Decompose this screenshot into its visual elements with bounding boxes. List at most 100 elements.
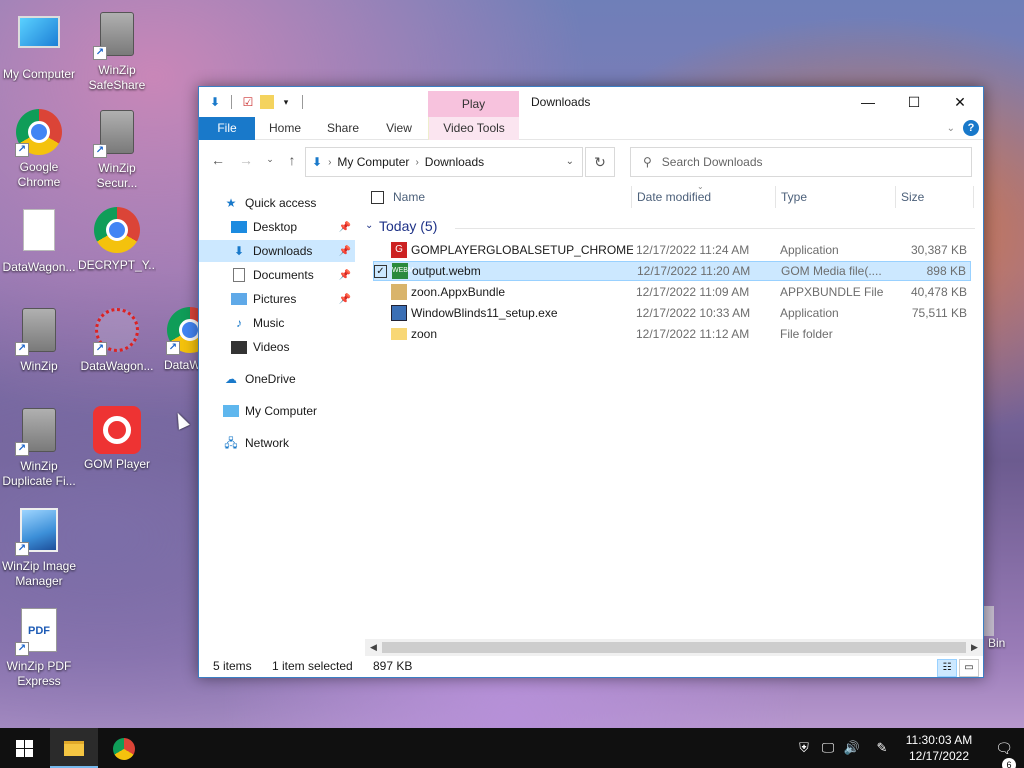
desktop-icon-google-chrome[interactable]: ↗ Google Chrome (0, 108, 78, 190)
table-row[interactable]: zoon.AppxBundle 12/17/2022 11:09 AM APPX… (373, 282, 971, 302)
status-selection: 1 item selected (272, 659, 353, 673)
table-row[interactable]: WindowBlinds11_setup.exe 12/17/2022 10:3… (373, 303, 971, 323)
nav-item-documents[interactable]: Documents 📌 (199, 264, 355, 286)
music-icon: ♪ (236, 316, 242, 330)
document-icon (15, 209, 63, 257)
desktop-icon-my-computer[interactable]: My Computer (0, 10, 78, 82)
nav-item-desktop[interactable]: Desktop 📌 (199, 216, 355, 238)
desktop-icon-label: DataWagon... (2, 260, 76, 274)
nav-item-onedrive[interactable]: ☁ OneDrive (199, 368, 355, 390)
breadcrumb-downloads[interactable]: Downloads (425, 155, 484, 169)
chevron-down-icon[interactable]: ⌄ (566, 156, 574, 167)
desktop-icon-datawagon-doc[interactable]: DataWagon... (0, 206, 78, 275)
file-size: 30,387 KB (910, 243, 967, 257)
file-type: APPXBUNDLE File (780, 285, 884, 299)
forward-button[interactable]: → (237, 152, 255, 168)
appx-icon (391, 284, 407, 300)
start-button[interactable] (0, 728, 48, 768)
new-folder-icon[interactable] (260, 95, 274, 109)
notification-badge: 6 (1002, 757, 1016, 768)
table-row[interactable]: G GOMPLAYERGLOBALSETUP_CHROME... 12/17/2… (373, 240, 971, 260)
group-header-today[interactable]: Today (5) (379, 218, 437, 234)
chevron-down-icon[interactable]: ⌄ (365, 220, 373, 231)
taskbar-chrome[interactable] (100, 728, 148, 768)
nav-item-quick-access[interactable]: ★ Quick access (199, 192, 355, 214)
cloud-icon: ☁ (225, 372, 237, 386)
back-button[interactable]: ← (209, 152, 227, 168)
desktop-icon-winzip-image[interactable]: ↗ WinZip Image Manager (0, 506, 78, 589)
maximize-button[interactable]: ☐ (891, 87, 937, 117)
breadcrumb-my-computer[interactable]: My Computer (337, 155, 409, 169)
clock[interactable]: 11:30:03 AM 12/17/2022 (900, 732, 978, 764)
table-row[interactable]: zoon 12/17/2022 11:12 AM File folder (373, 324, 971, 344)
chrome-icon (113, 737, 135, 760)
desktop-icon-decrypt[interactable]: DECRYPT_Y... (78, 206, 156, 273)
datawagon-icon: ↗ (93, 308, 141, 356)
tab-video-tools[interactable]: Video Tools (428, 117, 519, 140)
desktop-icon-datawagon[interactable]: ↗ DataWagon... (78, 306, 156, 374)
column-header-name[interactable]: Name (393, 182, 425, 212)
desktop-icon-winzip-safeshare[interactable]: ↗ WinZip SafeShare (78, 10, 156, 93)
search-box[interactable]: ⚲ (630, 147, 972, 177)
ribbon-expand-icon[interactable]: ⌄ (947, 123, 955, 134)
large-icons-view-icon[interactable]: ▭ (959, 659, 979, 677)
winzip-safeshare-icon: ↗ (93, 12, 141, 60)
pin-icon[interactable]: 📌 (339, 222, 351, 233)
nav-item-network[interactable]: 🖧 Network (199, 432, 355, 454)
title-bar[interactable]: ⬇ ☑ ▾ Play Downloads — ☐ ✕ (199, 87, 983, 117)
chevron-right-icon[interactable]: › (328, 157, 331, 168)
volume-icon[interactable]: 🔊 (840, 740, 864, 756)
nav-item-music[interactable]: ♪ Music (199, 312, 355, 334)
column-header-type[interactable]: Type (781, 182, 807, 212)
scroll-right-icon[interactable]: ▶ (966, 639, 983, 656)
horizontal-scrollbar[interactable]: ◀ ▶ (365, 639, 983, 656)
column-header-size[interactable]: Size (901, 182, 924, 212)
properties-icon[interactable]: ☑ (240, 94, 256, 110)
pin-icon[interactable]: 📌 (339, 270, 351, 281)
nav-item-my-computer[interactable]: My Computer (199, 400, 355, 422)
contextual-tab-play[interactable]: Play (428, 91, 519, 117)
window-title: Downloads (531, 95, 591, 109)
desktop-icon-dataw[interactable]: ↗ DataW (152, 306, 198, 373)
pin-icon[interactable]: 📌 (339, 294, 351, 305)
chevron-right-icon[interactable]: › (415, 157, 418, 168)
tab-share[interactable]: Share (319, 117, 367, 140)
qat-dropdown-icon[interactable]: ▾ (278, 94, 294, 110)
pin-icon[interactable]: 📌 (339, 246, 351, 257)
desktop-icon-gom-player[interactable]: GOM Player (78, 406, 156, 472)
star-icon: ★ (225, 196, 237, 210)
desktop-icon-winzip[interactable]: ↗ WinZip (0, 306, 78, 374)
row-checkbox[interactable]: ✓ (374, 264, 392, 279)
desktop-icon-winzip-secure[interactable]: ↗ WinZip Secur... (78, 108, 156, 191)
scroll-left-icon[interactable]: ◀ (365, 639, 382, 656)
nav-item-pictures[interactable]: Pictures 📌 (199, 288, 355, 310)
table-row[interactable]: ✓ WEBM output.webm 12/17/2022 11:20 AM G… (373, 261, 971, 281)
up-button[interactable]: ↑ (283, 152, 301, 168)
close-button[interactable]: ✕ (937, 87, 983, 117)
security-shield-icon[interactable]: ⛨ (792, 740, 816, 756)
network-icon[interactable]: 🖵 (816, 740, 840, 756)
address-bar[interactable]: ⬇ › My Computer › Downloads ⌄ (305, 147, 583, 177)
search-input[interactable] (661, 155, 942, 169)
taskbar-file-explorer[interactable] (50, 728, 98, 768)
windows-logo-icon (15, 740, 33, 758)
exe-icon (391, 305, 407, 321)
desktop-icon-winzip-pdf[interactable]: PDF ↗ WinZip PDF Express (0, 606, 78, 689)
desktop-icon-label: WinZip PDF Express (6, 659, 72, 688)
recent-locations-button[interactable]: ⌄ (261, 154, 279, 165)
desktop-icon-winzip-duplicate[interactable]: ↗ WinZip Duplicate Fi... (0, 406, 78, 489)
help-icon[interactable]: ? (963, 120, 979, 136)
tab-file[interactable]: File (199, 117, 255, 140)
refresh-button[interactable]: ↻ (585, 147, 615, 177)
select-all-checkbox[interactable] (371, 190, 384, 205)
tab-view[interactable]: View (375, 117, 423, 140)
scrollbar-thumb[interactable] (382, 642, 966, 653)
tab-home[interactable]: Home (261, 117, 309, 140)
nav-item-downloads[interactable]: ⬇ Downloads 📌 (199, 240, 355, 262)
nav-item-videos[interactable]: Videos (199, 336, 355, 358)
desktop-icon-recycle-bin[interactable]: Bin (984, 606, 1024, 651)
action-center-button[interactable]: 🗨 6 (984, 740, 1024, 768)
details-view-icon[interactable]: ☷ (937, 659, 957, 677)
minimize-button[interactable]: — (845, 87, 891, 117)
pen-icon[interactable]: ✎ (870, 740, 894, 756)
